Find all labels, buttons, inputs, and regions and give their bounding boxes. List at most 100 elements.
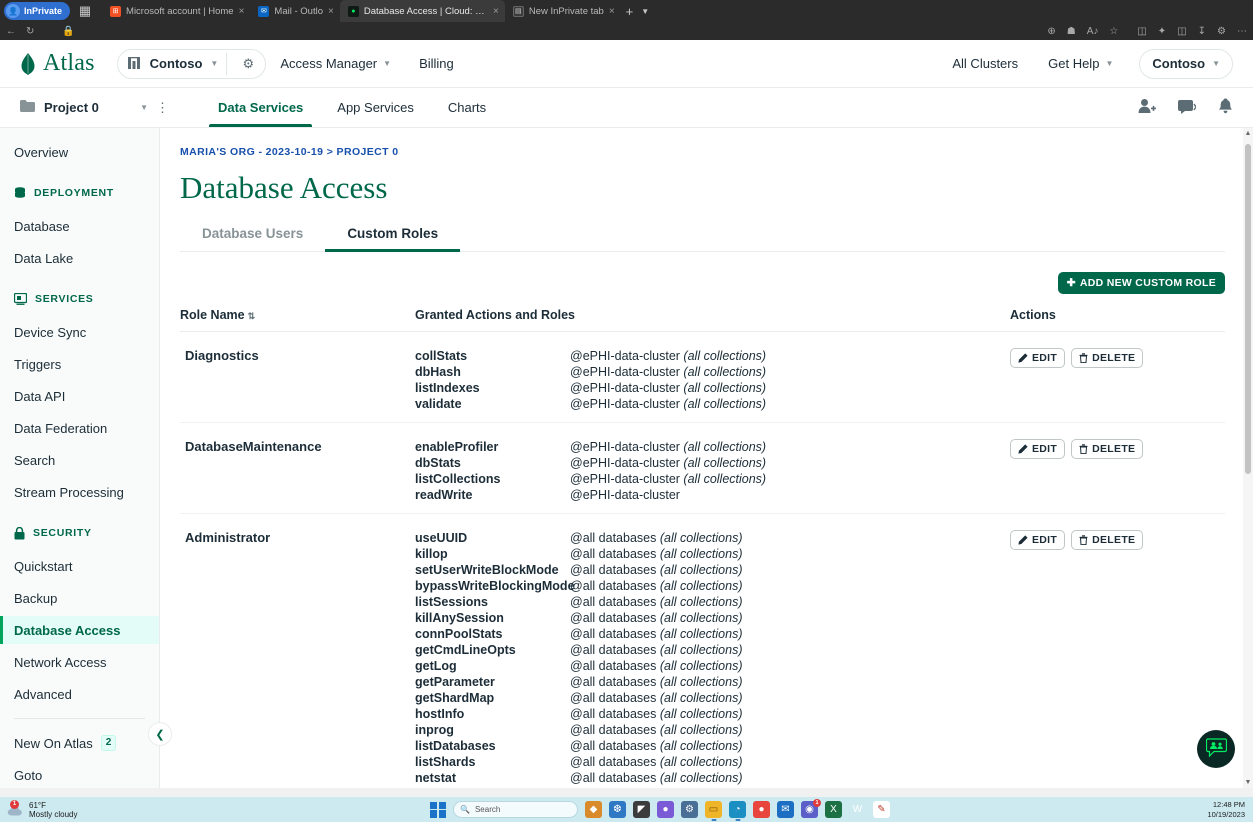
zoom-icon[interactable]: ⊕: [1047, 26, 1055, 37]
browser-essentials-icon[interactable]: ◫: [1177, 26, 1186, 37]
sidebar-item-data-federation[interactable]: Data Federation: [0, 414, 159, 442]
taskbar-file-explorer-dark-icon[interactable]: ◤: [633, 801, 650, 818]
breadcrumb[interactable]: MARIA'S ORG - 2023-10-19 > PROJECT 0: [180, 146, 1225, 158]
taskbar-word-icon[interactable]: W: [849, 801, 866, 818]
taskbar-teams-icon[interactable]: ◉1: [801, 801, 818, 818]
back-icon[interactable]: ←: [6, 26, 16, 37]
nav-access-manager[interactable]: Access Manager ▼: [266, 40, 405, 87]
scrollbar-thumb[interactable]: [1245, 144, 1251, 474]
read-aloud-icon[interactable]: A♪: [1087, 26, 1099, 37]
sidebar-item-device-sync[interactable]: Device Sync: [0, 318, 159, 346]
activity-feed-icon[interactable]: [1178, 98, 1196, 117]
sidebar-section-label: SERVICES: [35, 293, 94, 305]
taskbar-file-explorer-icon[interactable]: ▭: [705, 801, 722, 818]
scroll-up-icon[interactable]: ▲: [1243, 130, 1253, 137]
windows-start-icon[interactable]: [430, 802, 446, 818]
sidebar-item-overview[interactable]: Overview: [0, 138, 159, 166]
column-header-role-name[interactable]: Role Name⇅: [180, 308, 415, 332]
support-chat-button[interactable]: [1197, 730, 1235, 768]
grant-target-label: @ePHI-data-cluster (all collections): [570, 396, 766, 412]
sidebar-item-database-access[interactable]: Database Access: [0, 616, 159, 644]
tab-search-icon[interactable]: ▦: [76, 2, 94, 20]
delete-role-button[interactable]: DELETE: [1071, 439, 1143, 459]
add-new-custom-role-button[interactable]: ✚ ADD NEW CUSTOM ROLE: [1058, 272, 1225, 294]
taskbar-excel-icon[interactable]: X: [825, 801, 842, 818]
taskbar-weather-widget[interactable]: 1 61°F Mostly cloudy: [6, 801, 77, 819]
sidebar-item-backup[interactable]: Backup: [0, 584, 159, 612]
kebab-menu-icon[interactable]: ⋮: [148, 100, 177, 116]
sidebar-item-stream-processing[interactable]: Stream Processing: [0, 478, 159, 506]
taskbar-paint-icon[interactable]: ✎: [873, 801, 890, 818]
taskbar-edge-icon[interactable]: ◔: [729, 801, 746, 818]
sidebar-item-search[interactable]: Search: [0, 446, 159, 474]
atlas-logo[interactable]: Atlas: [20, 50, 95, 77]
browser-tab-2[interactable]: ●Database Access | Cloud: Mong×: [340, 0, 505, 22]
edit-role-button[interactable]: EDIT: [1010, 439, 1065, 459]
browser-tab-3[interactable]: ▤New InPrivate tab×: [505, 0, 621, 22]
org-chart-icon: [128, 57, 142, 70]
taskbar-chat-icon[interactable]: ●: [657, 801, 674, 818]
taskbar-settings-icon[interactable]: ⚙: [681, 801, 698, 818]
edit-role-button[interactable]: EDIT: [1010, 348, 1065, 368]
org-selector[interactable]: Contoso ▼ ⚙: [117, 49, 267, 79]
nav-billing[interactable]: Billing: [405, 40, 468, 87]
tab-custom-roles[interactable]: Custom Roles: [325, 226, 460, 251]
inprivate-indicator[interactable]: 👤 InPrivate: [4, 2, 70, 20]
alerts-bell-icon[interactable]: [1218, 98, 1233, 117]
grant-action-label: validate: [415, 396, 570, 412]
tab-options-chevron-icon[interactable]: ▼: [638, 7, 652, 16]
edit-role-button[interactable]: EDIT: [1010, 530, 1065, 550]
browser-tab-0[interactable]: ⊞Microsoft account | Home×: [102, 0, 250, 22]
invite-user-icon[interactable]: [1138, 98, 1156, 117]
close-icon[interactable]: ×: [609, 6, 615, 17]
extensions-icon[interactable]: ⚙: [1217, 26, 1226, 37]
page-scrollbar[interactable]: ▲ ▼: [1243, 128, 1253, 788]
new-tab-button[interactable]: +: [621, 4, 639, 19]
browser-tab-1[interactable]: ✉Mail - Outlo×: [250, 0, 339, 22]
taskbar-widgets-icon[interactable]: ❆: [609, 801, 626, 818]
favorites-star-icon[interactable]: ☆: [1109, 26, 1118, 37]
sidebar-item-network-access[interactable]: Network Access: [0, 648, 159, 676]
reload-icon[interactable]: ↻: [26, 26, 34, 37]
grant-line: listSessions@all databases (all collecti…: [415, 594, 1010, 610]
sidebar-item-advanced[interactable]: Advanced: [0, 680, 159, 708]
sidebar-item-new-on-atlas[interactable]: New On Atlas2: [0, 729, 159, 757]
grant-action-label: getShardMap: [415, 690, 570, 706]
taskbar-clock[interactable]: 12:48 PM 10/19/2023: [1207, 800, 1245, 820]
sidebar-item-triggers[interactable]: Triggers: [0, 350, 159, 378]
settings-more-icon[interactable]: ⋯: [1237, 26, 1247, 37]
taskbar-search-input[interactable]: 🔍 Search: [453, 801, 578, 818]
delete-role-button[interactable]: DELETE: [1071, 348, 1143, 368]
sidebar-item-data-api[interactable]: Data API: [0, 382, 159, 410]
tab-database-users[interactable]: Database Users: [180, 226, 325, 251]
downloads-icon[interactable]: ↧: [1198, 26, 1206, 37]
service-tab-data-services[interactable]: Data Services: [201, 88, 320, 127]
service-tab-app-services[interactable]: App Services: [320, 88, 431, 127]
horizontal-scrollbar[interactable]: [0, 788, 1253, 797]
close-icon[interactable]: ×: [328, 6, 334, 17]
nav-get-help[interactable]: Get Help ▼: [1034, 56, 1127, 71]
close-icon[interactable]: ×: [493, 6, 499, 17]
sidebar-item-database[interactable]: Database: [0, 212, 159, 240]
project-selector[interactable]: Project 0 ▼: [20, 100, 148, 115]
collections-icon[interactable]: ✦: [1158, 26, 1166, 37]
taskbar-outlook-icon[interactable]: ✉: [777, 801, 794, 818]
taskbar-chrome-icon[interactable]: ●: [753, 801, 770, 818]
sidebar-item-goto[interactable]: Goto: [0, 761, 159, 789]
service-tab-charts[interactable]: Charts: [431, 88, 503, 127]
split-screen-icon[interactable]: ◫: [1137, 26, 1146, 37]
close-icon[interactable]: ×: [239, 6, 245, 17]
sidebar-item-quickstart[interactable]: Quickstart: [0, 552, 159, 580]
main-content: MARIA'S ORG - 2023-10-19 > PROJECT 0 Dat…: [160, 128, 1253, 788]
taskbar-copilot-icon[interactable]: ◆: [585, 801, 602, 818]
sidebar-collapse-button[interactable]: ❮: [148, 722, 172, 746]
delete-role-button[interactable]: DELETE: [1071, 530, 1143, 550]
sidebar-item-data-lake[interactable]: Data Lake: [0, 244, 159, 272]
nav-all-clusters[interactable]: All Clusters: [938, 56, 1032, 71]
gear-icon[interactable]: ⚙: [235, 51, 261, 77]
grant-action-label: killAnySession: [415, 610, 570, 626]
user-menu[interactable]: Contoso ▼: [1139, 49, 1233, 79]
scroll-down-icon[interactable]: ▼: [1243, 779, 1253, 786]
favorites-add-icon[interactable]: ☗: [1067, 26, 1076, 37]
actions-header-label: Actions: [1010, 308, 1056, 322]
